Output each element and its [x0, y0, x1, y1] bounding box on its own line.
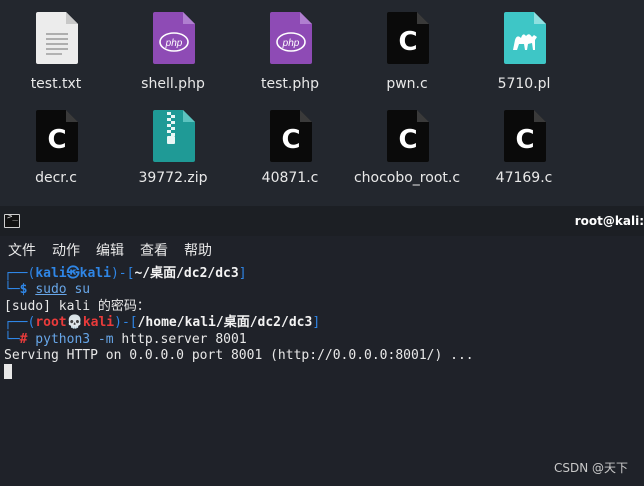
- command-line: └─$ sudo su: [4, 282, 91, 298]
- prompt-line: ┌──(kali㉿kali)-[~/桌面/dc2/dc3]: [4, 266, 247, 281]
- file-label: test.txt: [30, 76, 82, 92]
- file-shell-php[interactable]: php shell.php: [114, 12, 232, 108]
- svg-text:php: php: [165, 38, 183, 49]
- file-test-txt[interactable]: test.txt: [0, 12, 115, 108]
- file-decr-c[interactable]: C decr.c: [0, 110, 115, 206]
- php-file-icon: php: [270, 12, 312, 64]
- file-label: chocobo_root.c: [353, 170, 461, 186]
- terminal-window[interactable]: >_ root@kali: 文件 动作 编辑 查看 帮助 ┌──(kali㉿ka…: [0, 206, 644, 486]
- file-47169-c[interactable]: C 47169.c: [465, 110, 583, 206]
- c-file-icon: C: [270, 110, 312, 162]
- file-label: shell.php: [141, 76, 205, 92]
- file-label: test.php: [261, 76, 319, 92]
- menu-view[interactable]: 查看: [140, 240, 168, 260]
- watermark: CSDN @天下: [553, 461, 628, 475]
- perl-file-icon: [504, 12, 546, 64]
- c-file-icon: C: [36, 110, 78, 162]
- svg-text:C: C: [281, 125, 300, 155]
- file-test-php[interactable]: php test.php: [231, 12, 349, 108]
- output-line: [sudo] kali 的密码：: [4, 298, 150, 314]
- file-label: 47169.c: [495, 170, 553, 186]
- file-label: pwn.c: [386, 76, 428, 92]
- file-5710-pl[interactable]: 5710.pl: [465, 12, 583, 108]
- file-pwn-c[interactable]: C pwn.c: [348, 12, 466, 108]
- file-label: 5710.pl: [497, 76, 551, 92]
- menu-file[interactable]: 文件: [8, 240, 36, 260]
- zip-file-icon: [153, 110, 195, 162]
- terminal-console[interactable]: ┌──(kali㉿kali)-[~/桌面/dc2/dc3] └─$ sudo s…: [4, 266, 474, 381]
- file-40871-c[interactable]: C 40871.c: [231, 110, 349, 206]
- svg-text:C: C: [398, 27, 417, 57]
- svg-text:C: C: [47, 125, 66, 155]
- file-label: decr.c: [35, 170, 77, 186]
- svg-text:php: php: [282, 38, 300, 49]
- file-39772-zip[interactable]: 39772.zip: [114, 110, 232, 206]
- c-file-icon: C: [504, 110, 546, 162]
- text-file-icon: [36, 12, 78, 64]
- file-chocobo-root-c[interactable]: C chocobo_root.c: [348, 110, 466, 206]
- prompt-line: ┌──(root💀kali)-[/home/kali/桌面/dc2/dc3]: [4, 315, 321, 331]
- php-file-icon: php: [153, 12, 195, 64]
- command-line: └─# python3 -m http.server 8001: [4, 331, 247, 347]
- menu-bar: 文件 动作 编辑 查看 帮助: [0, 236, 644, 262]
- file-label: 40871.c: [261, 170, 319, 186]
- window-title: root@kali:: [574, 214, 644, 228]
- menu-help[interactable]: 帮助: [184, 240, 212, 260]
- output-line: Serving HTTP on 0.0.0.0 port 8001 (http:…: [4, 347, 474, 363]
- svg-text:C: C: [398, 125, 417, 155]
- file-label: 39772.zip: [138, 170, 208, 186]
- text-cursor: [4, 364, 12, 380]
- c-file-icon: C: [387, 12, 429, 64]
- title-bar[interactable]: >_ root@kali:: [0, 206, 644, 236]
- menu-edit[interactable]: 编辑: [96, 240, 124, 260]
- menu-actions[interactable]: 动作: [52, 240, 80, 260]
- desktop: test.txt php shell.php php test.php C pw…: [0, 0, 644, 206]
- terminal-icon: >_: [4, 212, 20, 228]
- c-file-icon: C: [387, 110, 429, 162]
- svg-text:C: C: [515, 125, 534, 155]
- cursor-line: [4, 364, 474, 380]
